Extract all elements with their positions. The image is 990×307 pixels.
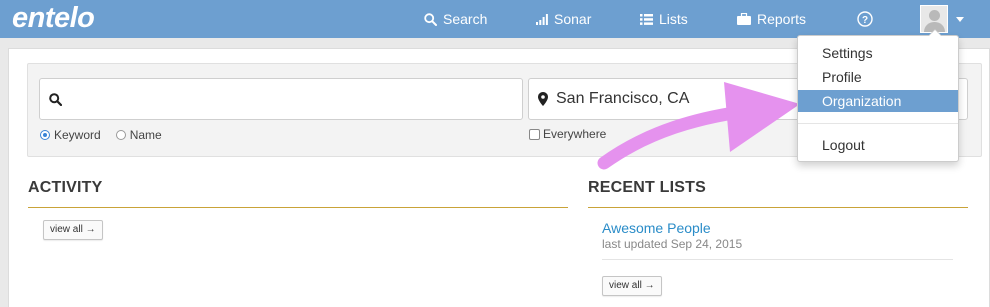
menu-item-profile[interactable]: Profile <box>798 66 958 88</box>
entelo-logo[interactable]: entelo <box>12 0 95 38</box>
nav-lists[interactable]: Lists <box>640 0 688 38</box>
activity-view-all-button[interactable]: view all → <box>43 220 103 240</box>
everywhere-checkbox[interactable] <box>529 128 540 140</box>
keyword-input[interactable] <box>68 80 522 118</box>
user-dropdown-menu: Settings Profile Organization Logout <box>797 29 959 162</box>
keyword-radio[interactable] <box>40 130 50 140</box>
keyword-search-field[interactable] <box>39 78 523 120</box>
caret-down-icon <box>956 16 964 22</box>
keyword-radio-label[interactable]: Keyword <box>54 128 101 142</box>
name-radio-label[interactable]: Name <box>130 128 162 142</box>
nav-reports-label: Reports <box>757 11 807 27</box>
name-radio[interactable] <box>115 130 126 140</box>
everywhere-label[interactable]: Everywhere <box>543 127 606 141</box>
nav-reports[interactable]: Reports <box>737 0 806 38</box>
activity-divider <box>28 207 568 208</box>
nav-sonar[interactable]: Sonar <box>536 0 591 38</box>
nav-search-label: Search <box>443 11 488 27</box>
recent-list-divider <box>602 259 953 260</box>
menu-divider <box>798 123 958 124</box>
map-marker-icon <box>538 92 548 106</box>
briefcase-icon <box>737 13 751 25</box>
search-icon <box>49 92 62 106</box>
menu-item-settings[interactable]: Settings <box>798 42 958 64</box>
help-button[interactable]: ? <box>857 0 873 38</box>
list-icon <box>640 13 653 25</box>
signal-bars-icon <box>536 13 548 25</box>
everywhere-option: Everywhere <box>529 127 606 141</box>
top-nav-bar: entelo Search Sonar Lists Reports ? <box>0 0 990 38</box>
svg-text:?: ? <box>862 15 868 26</box>
question-circle-icon: ? <box>857 11 873 27</box>
recent-lists-heading: RECENT LISTS <box>588 179 706 196</box>
nav-lists-label: Lists <box>659 11 688 27</box>
search-mode-options: Keyword Name <box>40 128 177 142</box>
nav-search[interactable]: Search <box>424 0 487 38</box>
recent-list-updated: last updated Sep 24, 2015 <box>602 237 743 251</box>
nav-sonar-label: Sonar <box>554 11 592 27</box>
recent-lists-divider <box>588 207 968 208</box>
activity-heading: ACTIVITY <box>28 179 103 196</box>
recent-list-link[interactable]: Awesome People <box>602 220 711 236</box>
recent-lists-view-all-button[interactable]: view all → <box>602 276 662 296</box>
search-icon <box>424 12 437 26</box>
menu-item-organization[interactable]: Organization <box>798 90 958 112</box>
menu-item-logout[interactable]: Logout <box>798 134 958 156</box>
